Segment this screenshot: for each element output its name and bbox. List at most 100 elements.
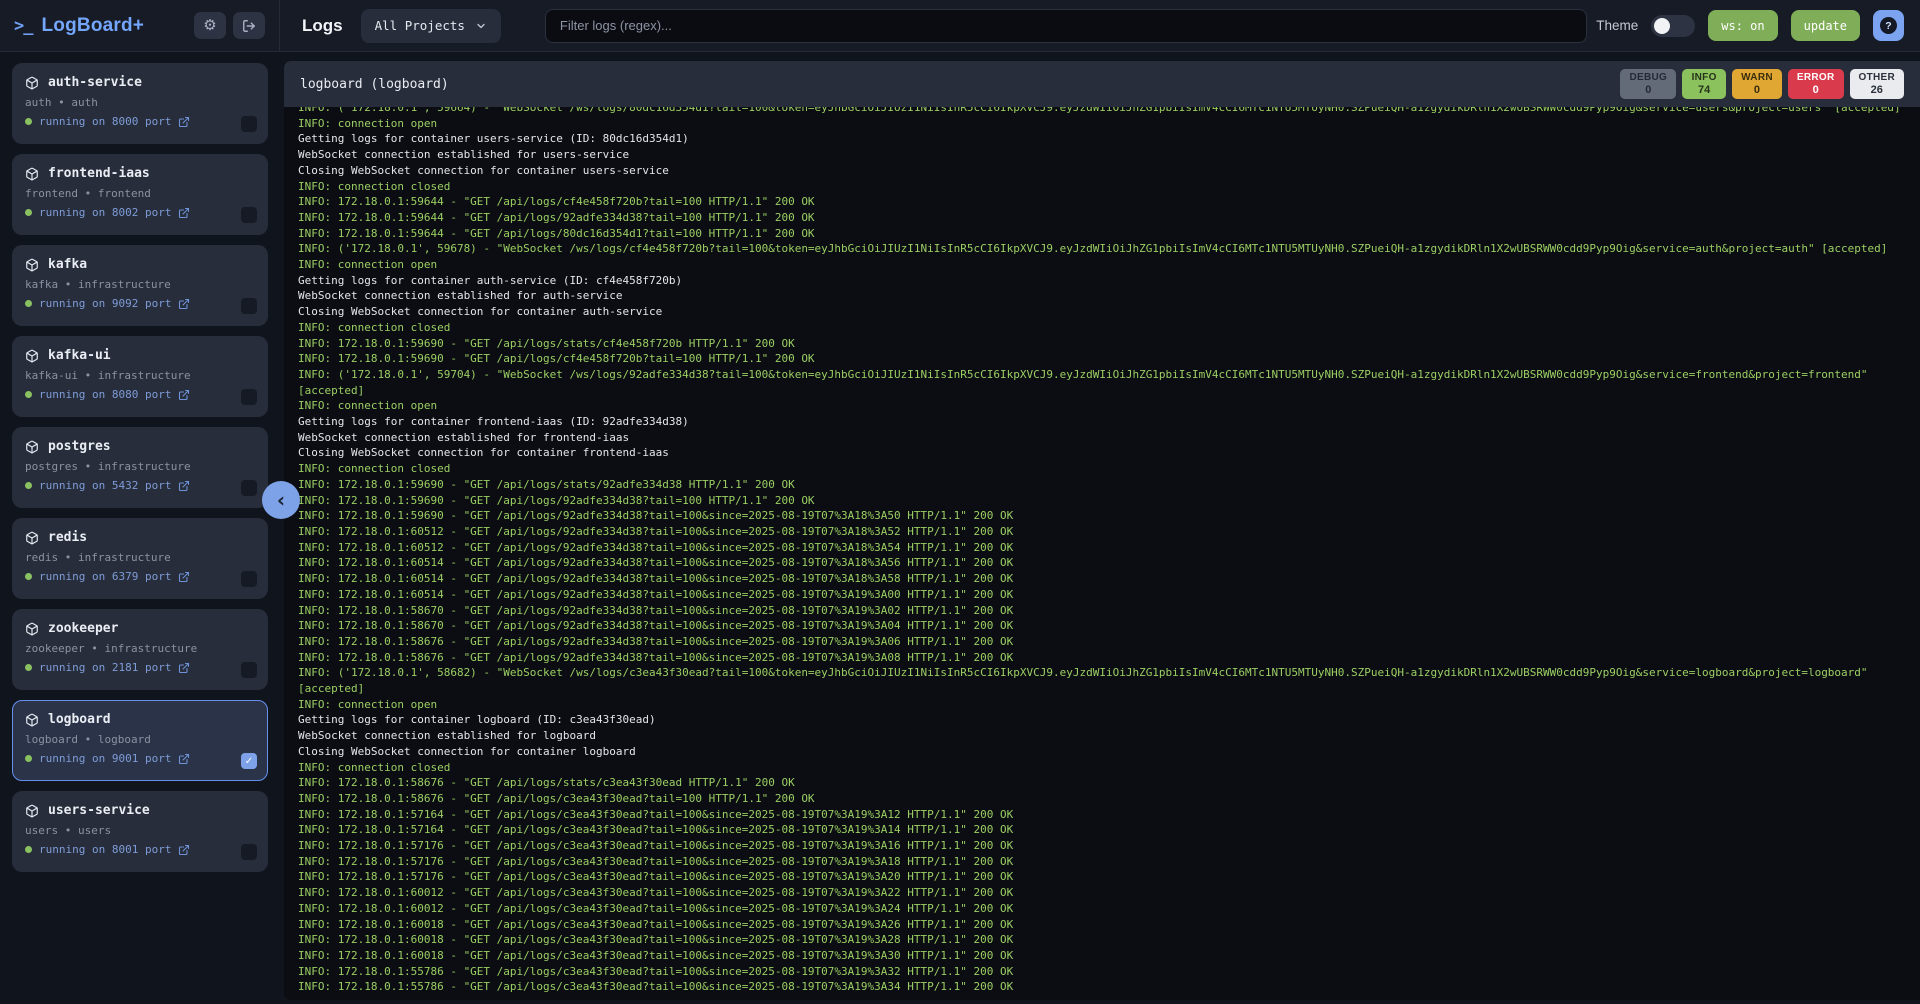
service-name: redis (48, 530, 87, 545)
running-status-dot (25, 755, 32, 762)
service-name: kafka-ui (48, 348, 111, 363)
help-button[interactable]: ? (1873, 10, 1904, 41)
level-badge[interactable]: INFO 74 (1682, 69, 1726, 99)
package-icon (25, 258, 39, 272)
badge-count: 74 (1691, 84, 1717, 96)
service-card[interactable]: redis redis • infrastructure running on … (12, 518, 268, 599)
package-icon (25, 349, 39, 363)
service-checkbox[interactable] (241, 389, 257, 405)
log-line: INFO: 172.18.0.1:60018 - "GET /api/logs/… (298, 948, 1906, 964)
service-checkbox[interactable] (241, 116, 257, 132)
running-status-dot (25, 573, 32, 580)
service-card[interactable]: logboard logboard • logboard running on … (12, 700, 268, 781)
log-line: INFO: 172.18.0.1:59690 - "GET /api/logs/… (298, 336, 1906, 352)
log-line: INFO: connection closed (298, 461, 1906, 477)
external-link-icon[interactable] (178, 298, 190, 310)
service-name: zookeeper (48, 621, 118, 636)
websocket-toggle-button[interactable]: ws: on (1708, 10, 1777, 41)
package-icon (25, 440, 39, 454)
external-link-icon[interactable] (178, 116, 190, 128)
service-name: auth-service (48, 75, 142, 90)
collapse-sidebar-button[interactable]: ‹ (262, 481, 300, 519)
running-status-dot (25, 118, 32, 125)
chevron-down-icon (475, 20, 487, 32)
log-line: INFO: 172.18.0.1:59690 - "GET /api/logs/… (298, 351, 1906, 367)
log-line: INFO: connection open (298, 257, 1906, 273)
package-icon (25, 622, 39, 636)
log-line: INFO: 172.18.0.1:60018 - "GET /api/logs/… (298, 932, 1906, 948)
log-line: INFO: 172.18.0.1:57164 - "GET /api/logs/… (298, 807, 1906, 823)
log-line: INFO: ('172.18.0.1', 59704) - "WebSocket… (298, 367, 1906, 383)
log-line: INFO: 172.18.0.1:57176 - "GET /api/logs/… (298, 838, 1906, 854)
external-link-icon[interactable] (178, 662, 190, 674)
sidebar-header: >_ LogBoard+ ⚙ (0, 0, 280, 51)
log-line: WebSocket connection established for use… (298, 147, 1906, 163)
service-checkbox[interactable] (241, 480, 257, 496)
service-name: users-service (48, 803, 150, 818)
main-content: logboard (logboard) DEBUG 0 INFO 74 WARN… (280, 53, 1920, 1004)
badge-count: 0 (1797, 84, 1835, 96)
external-link-icon[interactable] (178, 571, 190, 583)
service-checkbox[interactable]: ✓ (241, 753, 257, 769)
log-line: INFO: 172.18.0.1:59644 - "GET /api/logs/… (298, 210, 1906, 226)
package-icon (25, 167, 39, 181)
project-filter-dropdown[interactable]: All Projects (361, 9, 501, 43)
question-mark-icon: ? (1880, 17, 1897, 34)
service-card[interactable]: postgres postgres • infrastructure runni… (12, 427, 268, 508)
service-card[interactable]: kafka-ui kafka-ui • infrastructure runni… (12, 336, 268, 417)
service-card[interactable]: zookeeper zookeeper • infrastructure run… (12, 609, 268, 690)
log-line: INFO: 172.18.0.1:60514 - "GET /api/logs/… (298, 571, 1906, 587)
external-link-icon[interactable] (178, 480, 190, 492)
service-name: kafka (48, 257, 87, 272)
theme-toggle[interactable] (1651, 15, 1695, 37)
service-sidebar[interactable]: auth-service auth • auth running on 8000… (0, 53, 280, 1004)
log-line: INFO: 172.18.0.1:60514 - "GET /api/logs/… (298, 587, 1906, 603)
log-line: Closing WebSocket connection for contain… (298, 445, 1906, 461)
settings-button[interactable]: ⚙ (194, 12, 226, 39)
level-badge[interactable]: OTHER 26 (1850, 69, 1905, 99)
log-line: INFO: 172.18.0.1:59690 - "GET /api/logs/… (298, 508, 1906, 524)
log-line: WebSocket connection established for log… (298, 728, 1906, 744)
log-line: INFO: 172.18.0.1:58670 - "GET /api/logs/… (298, 603, 1906, 619)
log-line: Getting logs for container frontend-iaas… (298, 414, 1906, 430)
service-card[interactable]: frontend-iaas frontend • frontend runnin… (12, 154, 268, 235)
service-checkbox[interactable] (241, 298, 257, 314)
external-link-icon[interactable] (178, 844, 190, 856)
update-button[interactable]: update (1791, 10, 1860, 41)
level-badge[interactable]: WARN 0 (1732, 69, 1782, 99)
package-icon (25, 76, 39, 90)
service-checkbox[interactable] (241, 662, 257, 678)
terminal-prompt-icon: >_ (14, 16, 32, 36)
level-badges: DEBUG 0 INFO 74 WARN 0 ERROR 0 OTHER 26 (1620, 69, 1904, 99)
log-filter-input[interactable] (545, 9, 1587, 43)
log-line: INFO: 172.18.0.1:60018 - "GET /api/logs/… (298, 917, 1906, 933)
log-line: INFO: 172.18.0.1:57176 - "GET /api/logs/… (298, 854, 1906, 870)
external-link-icon[interactable] (178, 753, 190, 765)
service-checkbox[interactable] (241, 571, 257, 587)
top-bar: >_ LogBoard+ ⚙ Logs All Projects Theme w… (0, 0, 1920, 52)
log-line: INFO: connection closed (298, 179, 1906, 195)
service-checkbox[interactable] (241, 844, 257, 860)
log-output[interactable]: INFO: ('172.18.0.1', 59664) - "WebSocket… (284, 107, 1920, 1000)
level-badge[interactable]: DEBUG 0 (1620, 69, 1676, 99)
log-line: INFO: 172.18.0.1:60514 - "GET /api/logs/… (298, 555, 1906, 571)
logout-button[interactable] (233, 12, 265, 39)
external-link-icon[interactable] (178, 389, 190, 401)
package-icon (25, 804, 39, 818)
running-status-dot (25, 209, 32, 216)
log-line: INFO: 172.18.0.1:60512 - "GET /api/logs/… (298, 524, 1906, 540)
service-status-text: running on 8001 port (39, 843, 171, 856)
service-card[interactable]: users-service users • users running on 8… (12, 791, 268, 872)
external-link-icon[interactable] (178, 207, 190, 219)
log-line: INFO: 172.18.0.1:57164 - "GET /api/logs/… (298, 822, 1906, 838)
package-icon (25, 713, 39, 727)
service-checkbox[interactable] (241, 207, 257, 223)
log-panel-title: logboard (logboard) (300, 77, 449, 92)
service-card[interactable]: kafka kafka • infrastructure running on … (12, 245, 268, 326)
running-status-dot (25, 846, 32, 853)
level-badge[interactable]: ERROR 0 (1788, 69, 1844, 99)
log-line: INFO: connection open (298, 398, 1906, 414)
log-line: INFO: 172.18.0.1:60012 - "GET /api/logs/… (298, 901, 1906, 917)
service-card[interactable]: auth-service auth • auth running on 8000… (12, 63, 268, 144)
badge-count: 0 (1629, 84, 1667, 96)
